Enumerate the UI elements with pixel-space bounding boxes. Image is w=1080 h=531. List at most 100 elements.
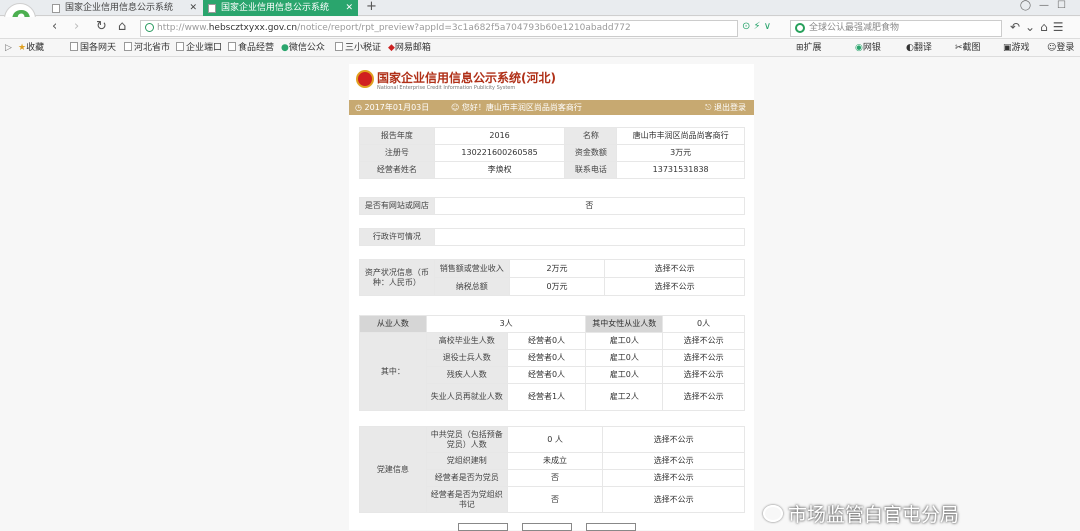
field-label: 党组织建制 (425, 452, 508, 470)
favorite-item[interactable]: 食品经营 (228, 40, 274, 57)
publicity-status: 选择不公示 (662, 366, 745, 384)
table-row: 是否有网站或网店 否 (359, 197, 746, 215)
field-value: 雇工0人 (585, 332, 664, 350)
url-input[interactable]: http://www.hebscztxyxx.gov.cn/notice/rep… (140, 20, 738, 37)
publicity-status: 选择不公示 (662, 383, 745, 411)
favorite-item[interactable]: ★收藏 (18, 40, 44, 57)
report-date: ◷ 2017年01月03日 (355, 103, 430, 112)
home-icon[interactable]: ⌂ (118, 19, 126, 34)
favorite-item[interactable]: ◆网易邮箱 (388, 40, 431, 57)
search-input[interactable]: 全球公认最强减肥食物 (790, 20, 1002, 37)
national-emblem-icon (356, 70, 374, 88)
field-value: 雇工2人 (585, 383, 664, 411)
party-table: 党建信息 中共党员（包括预备党员）人数 0 人 选择不公示 党组织建制 未成立 … (359, 426, 745, 513)
page-icon (70, 42, 78, 51)
globe-icon (145, 23, 154, 32)
table-row: 其中： 高校毕业生人数 经营者0人 雇工0人 选择不公示 (359, 332, 745, 411)
field-value: 否 (506, 486, 604, 513)
wechat-icon: ● (281, 43, 289, 53)
window-controls[interactable]: ◯—☐ (1020, 0, 1074, 11)
favorite-item[interactable]: 国各网天 (70, 40, 116, 57)
field-value: 经营者0人 (506, 349, 587, 367)
close-icon[interactable]: ✕ (189, 0, 197, 16)
publicity-status: 选择不公示 (602, 452, 745, 470)
section-label: 资产状况信息（币种：人民币） (359, 259, 435, 296)
url-host: hebscztxyxx.gov.cn (208, 23, 298, 33)
browser-tab[interactable]: 国家企业信用信息公示系统 ✕ (47, 0, 202, 16)
staff-table: 从业人数 3人 其中女性从业人数 0人 其中： 高校毕业生人数 经营者0人 雇工… (359, 315, 745, 411)
page-icon (228, 42, 236, 51)
field-label: 失业人员再就业人数 (425, 383, 508, 411)
user-info-bar: ◷ 2017年01月03日 ☺ 您好！唐山市丰润区尚品尚客商行 ⎋ 退出登录 (349, 100, 754, 115)
site-header: 国家企业信用信息公示系统(河北) National Enterprise Cre… (349, 64, 754, 98)
field-value: 3万元 (616, 144, 745, 162)
field-value: 3人 (425, 315, 587, 333)
field-label: 销售额或营业收入 (433, 259, 510, 278)
favorite-item[interactable]: 企业端口 (176, 40, 222, 57)
section-label: 党建信息 (359, 426, 427, 513)
report-panel: 国家企业信用信息公示系统(河北) National Enterprise Cre… (349, 64, 754, 531)
welcome-text: ☺ 您好！唐山市丰润区尚品尚客商行 (451, 103, 582, 112)
star-icon: ★ (18, 43, 27, 53)
field-value: 0 人 (506, 426, 604, 453)
field-value (433, 228, 746, 246)
assets-table: 资产状况信息（币种：人民币） 销售额或营业收入 2万元 选择不公示 纳税总额 0… (359, 259, 745, 296)
games-button[interactable]: ▣游戏 (1003, 40, 1030, 57)
table-row: 从业人数 3人 其中女性从业人数 0人 (359, 315, 745, 333)
back-icon[interactable]: ‹ (52, 19, 57, 34)
field-label: 经营者是否为党员 (425, 469, 508, 487)
field-value: 2016 (433, 127, 566, 145)
system-title: 国家企业信用信息公示系统(河北) (377, 71, 556, 85)
sidebar-toggle-icon[interactable]: ▷ (5, 40, 12, 57)
login-button[interactable]: ☺登录 (1047, 40, 1074, 57)
publicity-status: 选择不公示 (604, 277, 745, 296)
watermark: 市场监管白官屯分局 (788, 504, 960, 526)
section-label: 其中： (359, 332, 427, 411)
extensions-button[interactable]: ⊞扩展 (796, 40, 822, 57)
gamepad-icon: ▣ (1003, 43, 1012, 53)
field-label: 经营者是否为党组织书记 (425, 486, 508, 513)
favorite-item[interactable]: 河北省市 (124, 40, 170, 57)
field-label: 高校毕业生人数 (425, 332, 508, 350)
user-icon: ☺ (451, 103, 462, 112)
tab-title: 国家企业信用信息公示系统 (65, 3, 174, 13)
field-value: 经营者0人 (506, 332, 587, 350)
field-value: 否 (506, 469, 604, 487)
browser-tab-active[interactable]: 国家企业信用信息公示系统 ✕ (203, 0, 358, 16)
field-value: 2万元 (508, 259, 606, 278)
translate-button[interactable]: ◐翻译 (906, 40, 932, 57)
publicity-status: 选择不公示 (604, 259, 745, 278)
translate-icon: ◐ (906, 43, 914, 53)
field-label: 退役士兵人数 (425, 349, 508, 367)
favorites-bar: ▷ ★收藏 国各网天 河北省市 企业端口 食品经营 ●微信公众 三小税证 ◆网易… (0, 40, 1080, 57)
field-value: 未成立 (506, 452, 604, 470)
close-icon[interactable]: ✕ (345, 0, 353, 16)
new-tab-button[interactable]: + (366, 0, 377, 14)
bank-button[interactable]: ◉网银 (855, 40, 881, 57)
favorite-item[interactable]: 三小税证 (335, 40, 381, 57)
field-value: 130221600260585 (433, 144, 566, 162)
table-row: 报告年度 2016 名称 唐山市丰润区尚品尚客商行 (359, 127, 745, 145)
table-row: 注册号 130221600260585 资金数额 3万元 (359, 144, 745, 162)
scissors-icon: ✂ (955, 43, 963, 53)
publicity-status: 选择不公示 (662, 349, 745, 367)
page-icon (52, 4, 60, 13)
user-icon: ☺ (1047, 43, 1057, 53)
field-value: 0万元 (508, 277, 606, 296)
field-label: 注册号 (359, 144, 435, 162)
logout-link[interactable]: ⎋ 退出登录 (705, 100, 746, 115)
url-action-icons[interactable]: ⊙ ⚡ ∨ (742, 21, 771, 32)
mail-icon: ◆ (388, 43, 395, 53)
screenshot-button[interactable]: ✂截图 (955, 40, 981, 57)
field-value: 唐山市丰润区尚品尚客商行 (616, 127, 745, 145)
favorite-item[interactable]: ●微信公众 (281, 40, 325, 57)
field-value: 否 (433, 197, 746, 215)
tab-title: 国家企业信用信息公示系统 (221, 3, 330, 13)
reload-icon[interactable]: ↻ (96, 19, 107, 34)
clock-icon: ◷ (355, 103, 365, 112)
tab-bar: 国家企业信用信息公示系统 ✕ 国家企业信用信息公示系统 ✕ + ◯—☐ (0, 0, 1080, 16)
toolbar-icons[interactable]: ↶⌄⌂☰ (1010, 20, 1068, 34)
forward-icon[interactable]: › (74, 19, 79, 34)
publicity-status: 选择不公示 (602, 426, 745, 453)
table-row: 资产状况信息（币种：人民币） 销售额或营业收入 2万元 选择不公示 (359, 259, 745, 296)
